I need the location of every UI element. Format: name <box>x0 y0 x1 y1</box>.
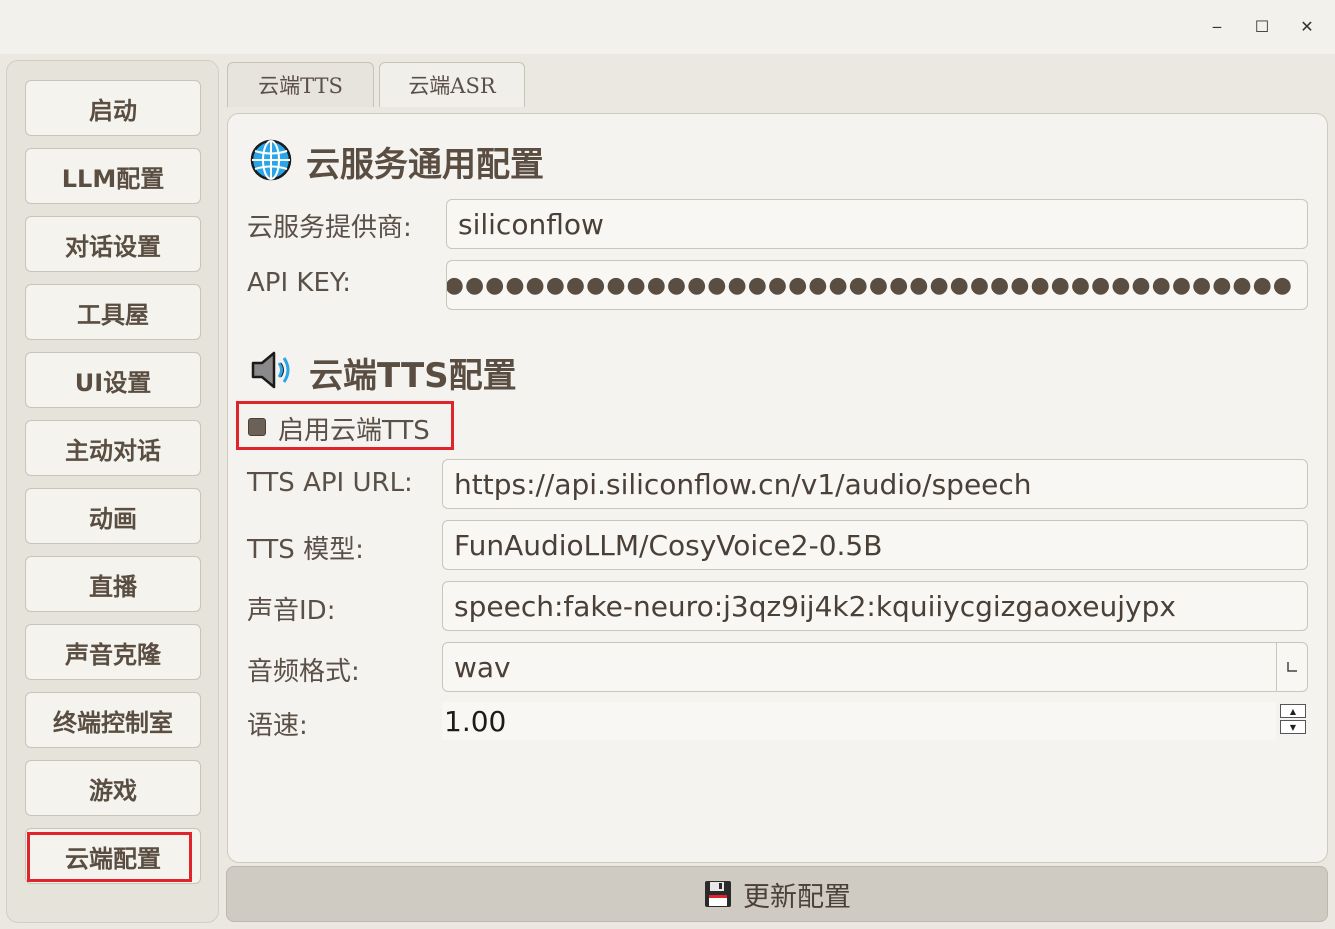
sidebar-item-voice-clone[interactable]: 声音克隆 <box>25 624 201 680</box>
sidebar-item-terminal-room[interactable]: 终端控制室 <box>25 692 201 748</box>
maximize-button[interactable]: ☐ <box>1247 12 1277 42</box>
speed-spinbox[interactable]: 1.00 <box>442 702 1276 740</box>
enable-tts-highlight <box>236 401 454 450</box>
speed-down-icon[interactable]: ▼ <box>1280 720 1306 734</box>
sidebar-item-toolhouse[interactable]: 工具屋 <box>25 284 201 340</box>
sidebar-active-highlight <box>27 832 192 882</box>
tts-url-input[interactable]: https://api.siliconflow.cn/v1/audio/spee… <box>442 459 1308 509</box>
close-button[interactable]: ✕ <box>1292 12 1322 42</box>
update-config-button[interactable]: 更新配置 <box>226 866 1328 922</box>
sidebar-item-game[interactable]: 游戏 <box>25 760 201 816</box>
audio-format-label: 音频格式: <box>247 657 360 687</box>
tts-url-label: TTS API URL: <box>247 468 413 498</box>
voice-id-label: 声音ID: <box>247 596 336 626</box>
sidebar-item-ui-settings[interactable]: UI设置 <box>25 352 201 408</box>
dropdown-arrow-icon[interactable] <box>1276 643 1307 691</box>
api-key-label: API KEY: <box>247 268 352 298</box>
title-bar: ‒ ☐ ✕ <box>0 0 1335 54</box>
sidebar-item-dialog-settings[interactable]: 对话设置 <box>25 216 201 272</box>
sidebar-item-start[interactable]: 启动 <box>25 80 201 136</box>
api-key-input[interactable]: ●●●●●●●●●●●●●●●●●●●●●●●●●●●●●●●●●●●●●●●●… <box>446 260 1308 310</box>
cloud-common-title: 云服务通用配置 <box>306 145 544 185</box>
sidebar-item-animation[interactable]: 动画 <box>25 488 201 544</box>
minimize-button[interactable]: ‒ <box>1202 12 1232 42</box>
update-config-label: 更新配置 <box>743 881 851 913</box>
tts-model-label: TTS 模型: <box>247 535 364 565</box>
provider-label: 云服务提供商: <box>247 213 412 243</box>
sidebar: 启动 LLM配置 对话设置 工具屋 UI设置 主动对话 动画 直播 声音克隆 终… <box>6 60 219 923</box>
audio-format-select[interactable]: wav <box>442 642 1308 692</box>
sidebar-item-llm-config[interactable]: LLM配置 <box>25 148 201 204</box>
globe-icon <box>250 139 292 181</box>
api-key-masked-value: ●●●●●●●●●●●●●●●●●●●●●●●●●●●●●●●●●●●●●●●●… <box>446 272 1293 298</box>
provider-input[interactable]: siliconflow <box>446 199 1308 249</box>
speed-label: 语速: <box>247 711 308 741</box>
audio-format-value: wav <box>454 650 511 684</box>
tab-cloud-asr[interactable]: 云端ASR <box>379 62 525 107</box>
speaker-icon <box>251 351 290 389</box>
save-disk-icon <box>705 881 731 907</box>
tts-model-input[interactable]: FunAudioLLM/CosyVoice2-0.5B <box>442 520 1308 570</box>
speed-spin-buttons: ▲ ▼ <box>1280 704 1308 736</box>
tab-cloud-tts[interactable]: 云端TTS <box>227 62 374 107</box>
speed-up-icon[interactable]: ▲ <box>1280 704 1306 718</box>
sidebar-item-active-dialog[interactable]: 主动对话 <box>25 420 201 476</box>
cloud-tts-title: 云端TTS配置 <box>309 356 517 396</box>
voice-id-input[interactable]: speech:fake-neuro:j3qz9ij4k2:kquiiycgizg… <box>442 581 1308 631</box>
sidebar-item-live[interactable]: 直播 <box>25 556 201 612</box>
